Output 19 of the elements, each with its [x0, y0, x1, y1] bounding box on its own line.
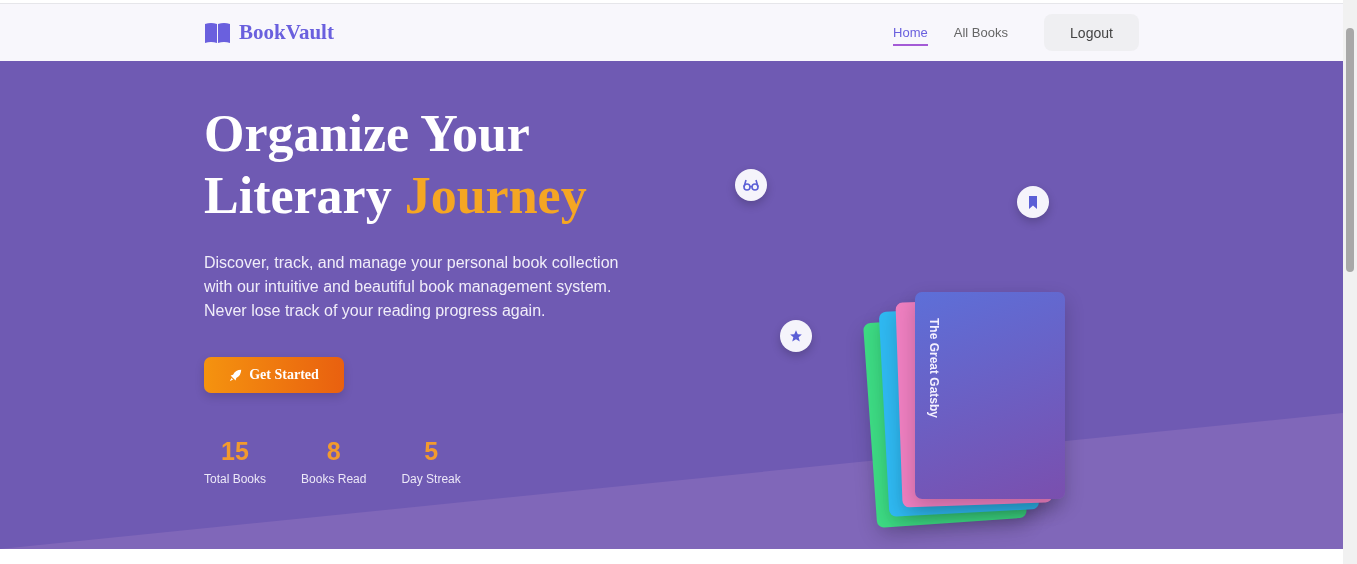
- logout-button[interactable]: Logout: [1044, 14, 1139, 51]
- hero-description: Discover, track, and manage your personal book collection with our intuitive and beautiful book management system. Never lose track of your reading progress again.: [204, 253, 620, 321]
- stat-label: Books Read: [301, 472, 367, 486]
- book-icon: [204, 22, 231, 43]
- stat-value: 15: [221, 437, 249, 466]
- nav-link[interactable]: All Books: [953, 21, 1008, 46]
- get-started-button[interactable]: Get Started: [204, 357, 344, 393]
- scrollbar[interactable]: [1343, 0, 1357, 564]
- hero-title: Organize Your Literary Journey: [204, 104, 587, 226]
- rocket-icon: [229, 368, 243, 382]
- stat-value: 8: [326, 437, 341, 466]
- stat-label: Day Streak: [401, 472, 461, 486]
- glasses-icon: [735, 169, 767, 201]
- stat-value: 5: [424, 437, 439, 466]
- book-title: The Great Gatsby: [927, 318, 941, 419]
- bookmark-icon: [1017, 186, 1049, 218]
- brand-name[interactable]: BookVault: [239, 20, 334, 45]
- stat-label: Total Books: [204, 472, 267, 486]
- nav-link[interactable]: Home: [893, 21, 928, 46]
